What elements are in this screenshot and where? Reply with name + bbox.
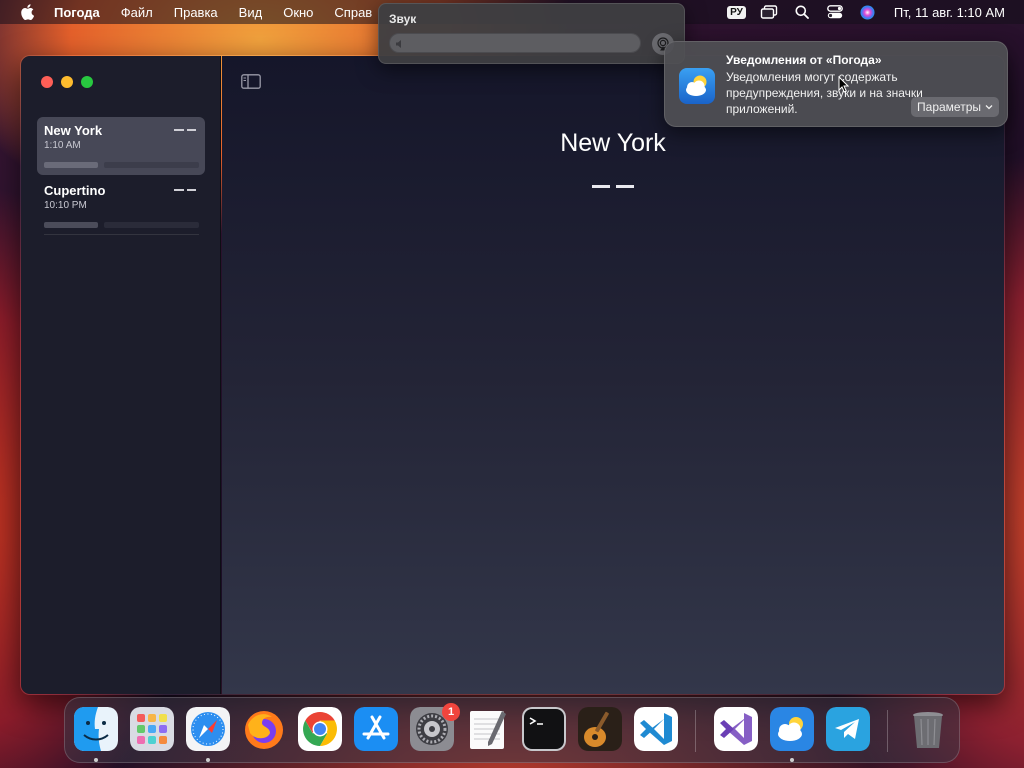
- city-title: New York: [560, 129, 666, 157]
- dock-garageband[interactable]: [578, 707, 622, 751]
- spotlight-search-icon[interactable]: [793, 4, 811, 20]
- speaker-icon: [396, 40, 401, 48]
- sidebar-toggle-icon[interactable]: [241, 74, 261, 89]
- notification-banner[interactable]: Уведомления от «Погода» Уведомления могу…: [664, 41, 1008, 127]
- dock-vscode[interactable]: [634, 707, 678, 751]
- dock-separator: [695, 710, 696, 752]
- weather-window: New York 1:10 AM Cupertino 10:10 PM New …: [20, 55, 1005, 695]
- city-card-time: 10:10 PM: [44, 200, 87, 211]
- dock-textedit[interactable]: [466, 707, 510, 751]
- volume-slider[interactable]: [389, 33, 641, 53]
- app-store-icon: [354, 707, 398, 751]
- input-source-indicator[interactable]: РУ: [727, 5, 746, 19]
- running-indicator: [206, 758, 210, 762]
- garageband-icon: [578, 707, 622, 751]
- menu-window[interactable]: Окно: [283, 5, 313, 20]
- dock-visual-studio[interactable]: [714, 707, 758, 751]
- dock-launchpad[interactable]: [130, 707, 174, 751]
- weather-app-icon: [679, 68, 715, 104]
- menu-clock[interactable]: Пт, 11 авг. 1:10 AM: [894, 5, 1005, 20]
- dock-weather[interactable]: [770, 707, 814, 751]
- sound-popup: Звук: [378, 3, 685, 64]
- firefox-icon: [245, 711, 283, 749]
- city-card-cupertino[interactable]: Cupertino 10:10 PM: [37, 177, 205, 235]
- dock-terminal[interactable]: [522, 707, 566, 751]
- dock-finder[interactable]: [74, 707, 118, 751]
- running-indicator: [94, 758, 98, 762]
- list-divider: [44, 234, 199, 235]
- menu-app-name[interactable]: Погода: [54, 5, 100, 20]
- dock-app-store[interactable]: [354, 707, 398, 751]
- visual-studio-icon: [714, 707, 758, 751]
- menu-file[interactable]: Файл: [121, 5, 153, 20]
- dock-separator: [887, 710, 888, 752]
- notification-options-button[interactable]: Параметры: [911, 97, 999, 117]
- notification-body: Уведомления могут содержать предупрежден…: [726, 70, 923, 116]
- close-window-button[interactable]: [41, 76, 53, 88]
- telegram-icon: [826, 707, 870, 751]
- control-center-icon[interactable]: [826, 4, 844, 20]
- trash-icon: [913, 712, 943, 748]
- notification-title: Уведомления от «Погода»: [726, 53, 882, 67]
- notification-badge: 1: [442, 703, 460, 721]
- stage-manager-icon[interactable]: [760, 4, 778, 20]
- dock: 1: [64, 697, 960, 763]
- dock-telegram[interactable]: [826, 707, 870, 751]
- zoom-window-button[interactable]: [81, 76, 93, 88]
- weather-icon: [770, 707, 814, 751]
- dock-trash[interactable]: [906, 707, 950, 751]
- running-indicator: [790, 758, 794, 762]
- menu-view[interactable]: Вид: [239, 5, 263, 20]
- minimize-window-button[interactable]: [61, 76, 73, 88]
- city-card-new-york[interactable]: New York 1:10 AM: [37, 117, 205, 175]
- chrome-icon: [298, 707, 342, 751]
- menu-help[interactable]: Справ: [334, 5, 372, 20]
- notification-options-label: Параметры: [917, 100, 981, 114]
- finder-icon: [74, 707, 118, 751]
- terminal-icon: [522, 707, 566, 751]
- siri-icon[interactable]: [859, 4, 877, 20]
- city-card-temperature-placeholder: [174, 129, 196, 132]
- launchpad-icon: [130, 707, 174, 751]
- sidebar: New York 1:10 AM Cupertino 10:10 PM: [21, 56, 221, 694]
- safari-icon: [186, 707, 230, 751]
- mouse-cursor-icon: [838, 76, 849, 93]
- dock-firefox[interactable]: [242, 707, 286, 751]
- city-card-conditions-placeholder: [44, 162, 199, 168]
- weather-main-panel: New York: [222, 56, 1004, 694]
- textedit-icon: [470, 711, 506, 749]
- city-card-conditions-placeholder: [44, 222, 199, 228]
- vscode-icon: [634, 707, 678, 751]
- dock-safari[interactable]: [186, 707, 230, 751]
- city-card-time: 1:10 AM: [44, 140, 81, 151]
- sound-title: Звук: [389, 12, 417, 26]
- menu-edit[interactable]: Правка: [174, 5, 218, 20]
- city-card-temperature-placeholder: [174, 189, 196, 192]
- apple-logo-icon[interactable]: [20, 4, 34, 20]
- menu-extras: РУ Пт, 11 авг. 1:10 AM: [727, 0, 1024, 24]
- chevron-down-icon: [985, 105, 993, 110]
- dock-chrome[interactable]: [298, 707, 342, 751]
- temperature-placeholder: [592, 185, 634, 188]
- window-controls: [41, 76, 93, 88]
